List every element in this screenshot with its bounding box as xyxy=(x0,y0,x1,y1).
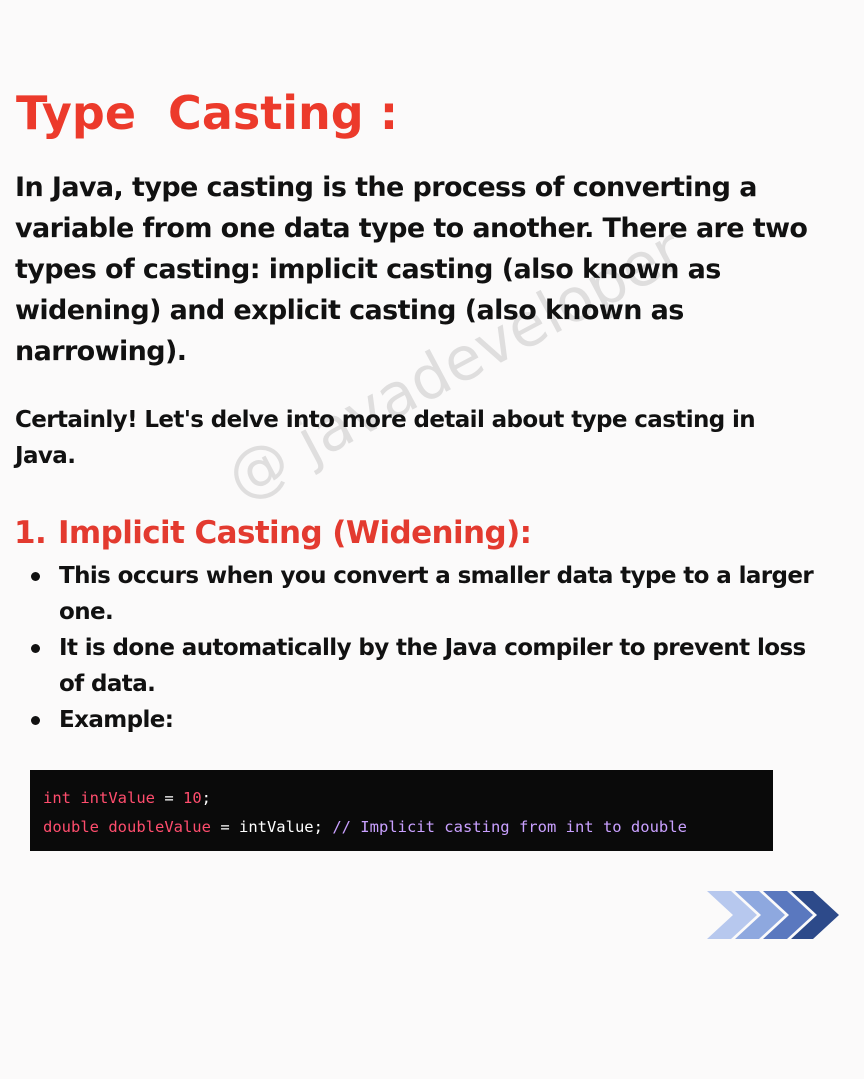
section-number: 1. xyxy=(14,515,47,551)
list-item: Example: xyxy=(28,702,828,738)
bullet-list: This occurs when you convert a smaller d… xyxy=(28,558,828,738)
bullet-icon xyxy=(31,716,40,725)
code-block: int intValue = 10; double doubleValue = i… xyxy=(30,770,773,851)
page-title: Type Casting : xyxy=(16,86,399,140)
intro-paragraph: In Java, type casting is the process of … xyxy=(15,172,808,367)
bullet-icon xyxy=(31,644,40,653)
list-item: It is done automatically by the Java com… xyxy=(28,630,828,702)
section-heading: 1. Implicit Casting (Widening): xyxy=(14,511,532,555)
slide: @ javadeveloper Type Casting : In Java, … xyxy=(0,0,864,1079)
note-paragraph: Certainly! Let's delve into more detail … xyxy=(15,407,756,469)
list-item: This occurs when you convert a smaller d… xyxy=(28,558,828,630)
section-title: Implicit Casting (Widening): xyxy=(58,515,532,551)
bullet-icon xyxy=(31,572,40,581)
code-line: double doubleValue = intValue; // Implic… xyxy=(43,818,687,836)
code-line: int intValue = 10; xyxy=(43,789,211,807)
triple-chevron-right-icon[interactable] xyxy=(707,886,841,944)
